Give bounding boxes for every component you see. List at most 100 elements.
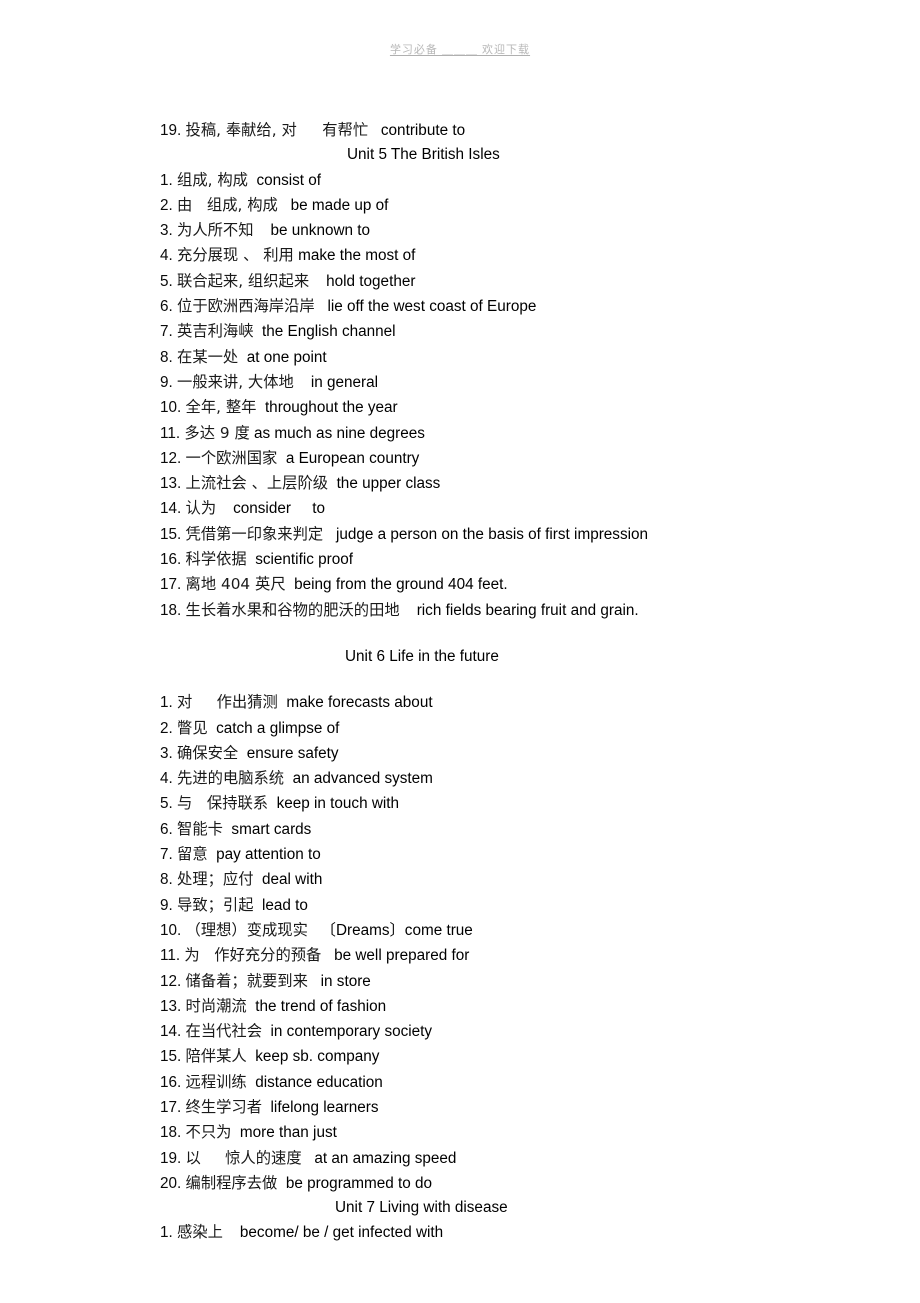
item-english: be unknown to	[270, 222, 371, 240]
item-chinese: 陪伴某人	[185, 1047, 247, 1066]
item-english: make the most of	[298, 247, 416, 265]
item-number: 18.	[160, 601, 182, 619]
item-number: 14.	[160, 500, 182, 518]
document-body: 19. 投稿, 奉献给, 对 有帮忙 contribute to Unit 5 …	[160, 118, 780, 1246]
list-item: 1. 感染上 become/ be / get infected with	[160, 1220, 780, 1245]
item-english: consider to	[233, 500, 325, 518]
item-chinese: 智能卡	[177, 819, 223, 838]
item-english: at an amazing speed	[314, 1149, 457, 1167]
list-item: 5. 联合起来, 组织起来 hold together	[160, 269, 780, 294]
item-number: 5.	[160, 272, 173, 290]
item-english: the upper class	[336, 475, 441, 493]
item-number: 11.	[160, 947, 181, 965]
item-chinese: 导致；引起	[177, 895, 254, 914]
list-item: 12. 一个欧洲国家 a European country	[160, 446, 780, 471]
list-item: 4. 先进的电脑系统 an advanced system	[160, 766, 780, 791]
item-number: 4.	[160, 770, 173, 788]
list-item: 9. 一般来讲, 大体地 in general	[160, 370, 780, 395]
item-english: lie off the west coast of Europe	[327, 298, 537, 316]
item-chinese: 认为	[185, 499, 217, 518]
item-number: 2.	[160, 196, 173, 214]
item-number: 8.	[160, 348, 173, 366]
item-chinese: 充分展现 、 利用	[177, 246, 294, 265]
unit-heading-7: Unit 7 Living with disease	[335, 1199, 508, 1217]
item-english: be well prepared for	[334, 947, 470, 965]
list-item: 8. 处理；应付 deal with	[160, 867, 780, 892]
item-number: 1.	[160, 171, 173, 189]
item-number: 19.	[160, 122, 182, 139]
item-chinese: 感染上	[177, 1223, 223, 1242]
list-item: 2. 瞥见 catch a glimpse of	[160, 716, 780, 741]
item-number: 15.	[160, 1048, 182, 1066]
item-number: 6.	[160, 820, 173, 838]
item-chinese: 一般来讲, 大体地	[177, 372, 294, 391]
list-item: 2. 由 组成, 构成 be made up of	[160, 193, 780, 218]
item-chinese: 储备着；就要到来	[185, 971, 308, 990]
item-chinese: 联合起来, 组织起来	[177, 271, 310, 290]
list-item: 20. 编制程序去做 be programmed to do	[160, 1171, 780, 1196]
item-chinese: 以 惊人的速度	[185, 1148, 302, 1167]
list-item: 19. 投稿, 奉献给, 对 有帮忙 contribute to	[160, 118, 780, 143]
list-item: 3. 为人所不知 be unknown to	[160, 218, 780, 243]
item-chinese: 留意	[177, 845, 208, 864]
item-english: 〔Dreams〕come true	[320, 921, 473, 939]
item-english: rich fields bearing fruit and grain.	[416, 601, 639, 619]
item-english: throughout the year	[264, 399, 398, 417]
item-english: distance education	[255, 1073, 383, 1091]
item-number: 2.	[160, 719, 173, 737]
item-chinese: 为人所不知	[177, 221, 254, 240]
item-chinese: 离地 404 英尺	[185, 575, 286, 594]
list-item: 17. 离地 404 英尺 being from the ground 404 …	[160, 572, 780, 597]
item-number: 4.	[160, 247, 173, 265]
item-number: 7.	[160, 846, 173, 864]
item-english: be made up of	[290, 196, 389, 214]
item-english: make forecasts about	[286, 694, 433, 712]
unit-heading-6: Unit 6 Life in the future	[345, 647, 499, 665]
item-chinese: 生长着水果和谷物的肥沃的田地	[185, 600, 400, 619]
item-number: 18.	[160, 1124, 182, 1142]
item-english: consist of	[256, 171, 322, 189]
item-number: 3.	[160, 744, 173, 762]
list-item: 1. 对 作出猜测 make forecasts about	[160, 690, 780, 715]
list-item: 4. 充分展现 、 利用 make the most of	[160, 243, 780, 268]
item-english: smart cards	[231, 820, 312, 838]
watermark-header: 学习必备 ＿＿＿ 欢迎下载	[389, 44, 531, 56]
item-number: 6.	[160, 298, 173, 316]
item-number: 20.	[160, 1174, 182, 1192]
item-english: catch a glimpse of	[216, 719, 340, 737]
item-chinese: （理想）变成现实	[185, 920, 308, 939]
item-chinese: 远程训练	[185, 1072, 247, 1091]
item-chinese: 全年, 整年	[185, 398, 257, 417]
item-english: keep in touch with	[276, 795, 400, 813]
list-item: 6. 位于欧洲西海岸沿岸 lie off the west coast of E…	[160, 294, 780, 319]
item-number: 3.	[160, 222, 173, 240]
item-english: lead to	[262, 896, 308, 914]
item-chinese: 位于欧洲西海岸沿岸	[177, 297, 315, 316]
item-chinese: 上流社会 、上层阶级	[185, 474, 329, 493]
item-number: 10.	[160, 399, 182, 417]
item-chinese: 时尚潮流	[185, 996, 247, 1015]
item-chinese: 为 作好充分的预备	[184, 946, 322, 965]
item-number: 13.	[160, 475, 182, 493]
item-chinese: 在当代社会	[185, 1022, 263, 1041]
item-chinese: 不只为	[185, 1123, 232, 1142]
item-english: in general	[310, 373, 379, 391]
list-item: 1. 组成, 构成 consist of	[160, 168, 780, 193]
item-english: a European country	[285, 449, 420, 467]
list-item: 10. （理想）变成现实 〔Dreams〕come true	[160, 918, 780, 943]
item-number: 10.	[160, 921, 182, 939]
list-item: 5. 与 保持联系 keep in touch with	[160, 791, 780, 816]
item-number: 16.	[160, 551, 182, 569]
list-item: 15. 凭借第一印象来判定 judge a person on the basi…	[160, 522, 780, 547]
item-chinese-secondary: 有帮忙	[322, 121, 369, 139]
list-item: 7. 英吉利海峡 the English channel	[160, 319, 780, 344]
item-english: scientific proof	[255, 551, 353, 569]
list-item: 14. 在当代社会 in contemporary society	[160, 1019, 780, 1044]
item-english: keep sb. company	[255, 1048, 380, 1066]
item-english: more than just	[239, 1124, 337, 1142]
item-english: become/ be / get infected with	[239, 1224, 444, 1242]
list-item: 15. 陪伴某人 keep sb. company	[160, 1044, 780, 1069]
list-item: 19. 以 惊人的速度 at an amazing speed	[160, 1146, 780, 1171]
list-item: 8. 在某一处 at one point	[160, 345, 780, 370]
